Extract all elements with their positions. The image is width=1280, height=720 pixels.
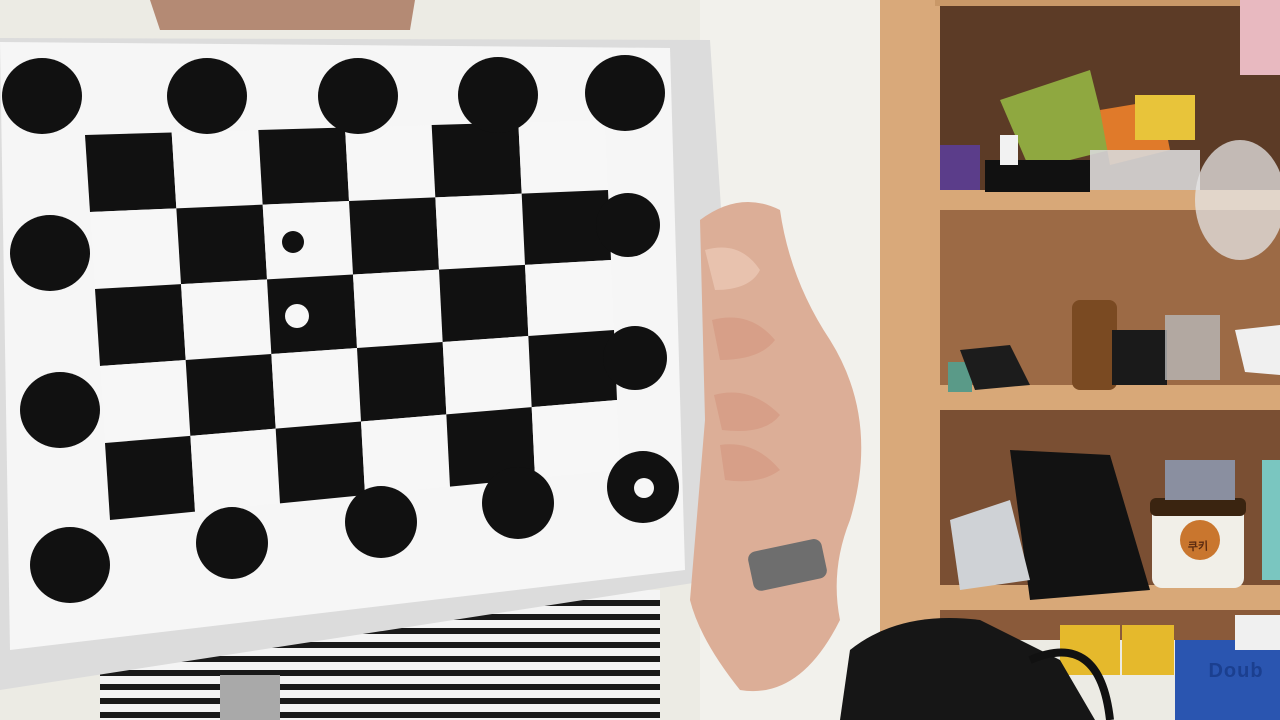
board-square — [528, 330, 617, 408]
board-square — [345, 125, 436, 201]
shirt-stripe — [100, 712, 660, 718]
board-square — [105, 435, 195, 520]
shelf-frame-top — [935, 0, 1280, 6]
board-marker-dot — [282, 231, 304, 253]
board-rounded-tab — [482, 467, 554, 539]
board-square — [439, 264, 529, 342]
board-rounded-tab — [603, 326, 667, 390]
board-square — [361, 414, 450, 495]
foreground-object — [220, 675, 280, 720]
board-rounded-tab — [345, 486, 417, 558]
board-square — [267, 274, 357, 354]
shirt-stripe — [100, 698, 660, 704]
snack-box-yellow — [1135, 95, 1195, 140]
board-square — [525, 260, 614, 336]
board-square — [353, 269, 443, 348]
board-rounded-tab — [2, 58, 82, 134]
white-box — [1235, 615, 1280, 650]
board-marker-dot — [501, 357, 523, 379]
bookshelf — [880, 0, 1280, 720]
pepper-grinder — [1072, 300, 1117, 390]
shirt-stripe — [100, 684, 660, 690]
box-label: Doub — [1208, 660, 1264, 682]
board-square — [176, 204, 267, 285]
cookie-jar-lid — [1150, 498, 1246, 516]
board-rounded-tab — [20, 372, 100, 448]
cookie-jar-label: 쿠키 — [1187, 540, 1209, 554]
board-square — [349, 197, 439, 275]
plastic-container — [1090, 150, 1200, 190]
yellow-box-2 — [1122, 625, 1174, 675]
white-bottle — [1000, 135, 1018, 165]
glass-jar — [1165, 315, 1220, 380]
purple-package — [940, 145, 980, 190]
board-square — [95, 284, 186, 366]
shelf-side-panel — [880, 0, 940, 640]
board-square — [518, 120, 608, 194]
board-square — [181, 279, 272, 360]
board-square — [435, 193, 525, 270]
board-square — [90, 208, 181, 289]
board-rounded-tab — [167, 58, 247, 134]
shirt-stripe — [100, 670, 660, 676]
pink-cloth — [1240, 0, 1280, 75]
board-marker-dot — [285, 304, 309, 328]
board-square — [185, 354, 276, 436]
board-rounded-tab — [30, 527, 110, 603]
board-square — [262, 201, 353, 280]
person-head — [150, 0, 415, 30]
desk-phone — [1112, 330, 1167, 385]
teal-can — [1262, 460, 1280, 580]
board-square — [531, 400, 620, 479]
board-rounded-tab — [458, 57, 538, 133]
board-square — [271, 348, 361, 429]
board-square — [171, 130, 263, 209]
board-square — [275, 421, 365, 504]
board-square — [190, 428, 280, 512]
checkerboard-card — [0, 38, 745, 690]
board-square — [357, 342, 447, 422]
board-rounded-tab — [596, 193, 660, 257]
pen-cup — [1165, 460, 1235, 500]
board-rounded-tab — [585, 55, 665, 131]
board-square — [258, 127, 349, 205]
board-square — [85, 132, 177, 212]
board-square — [100, 360, 191, 443]
board-marker-dot — [634, 478, 654, 498]
board-rounded-tab — [318, 58, 398, 134]
board-square — [431, 122, 522, 198]
camera-scene — [0, 0, 1280, 720]
board-rounded-tab — [10, 215, 90, 291]
board-rounded-tab — [196, 507, 268, 579]
